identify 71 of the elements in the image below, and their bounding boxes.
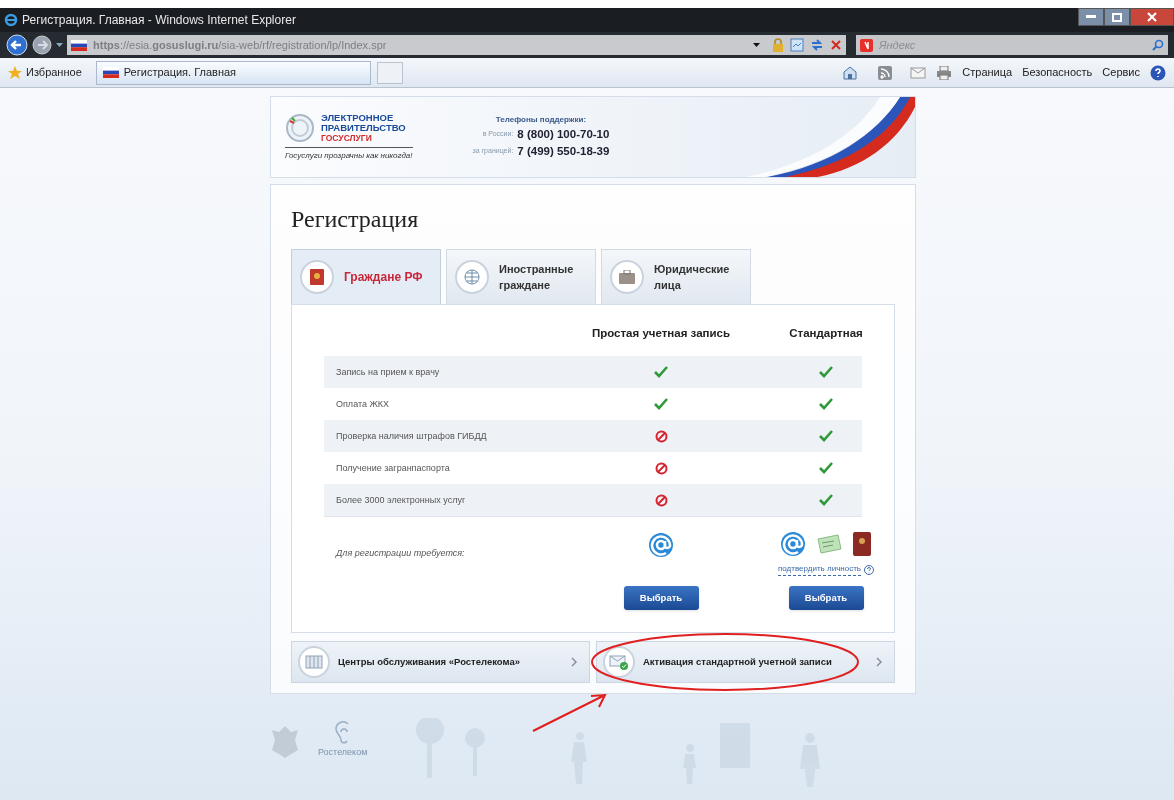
logo-text: ЭЛЕКТРОННОЕ xyxy=(321,112,395,123)
page-title: Регистрация xyxy=(291,205,420,234)
url-text: https://esia.gosuslugi.ru/sia-web/rf/registration/lp/Index.spr xyxy=(93,37,387,53)
card-icon xyxy=(816,533,842,556)
forward-button[interactable] xyxy=(32,35,52,55)
footer-logo-label: Ростелеком xyxy=(318,746,368,759)
search-field[interactable]: Яндекс xyxy=(879,36,1146,54)
service-link[interactable]: Активация стандартной учетной записи xyxy=(596,641,895,684)
phone-number: 7 (499) 550-18-39 xyxy=(517,144,610,159)
chevron-icon xyxy=(571,657,577,668)
feature-label: Оплата ЖКХ xyxy=(336,397,390,411)
help-icon[interactable] xyxy=(864,564,874,575)
coat-of-arms-icon xyxy=(270,723,300,760)
column-header: Простая учетная запись xyxy=(590,326,732,341)
menu-button[interactable]: Страница xyxy=(962,64,1013,81)
menu-button[interactable]: Сервис xyxy=(1102,64,1140,81)
column-header: Стандартная xyxy=(788,326,864,341)
window-title: Регистрация. Главная - Windows Internet Explorer xyxy=(22,12,296,29)
support-title: Телефоны поддержки: xyxy=(495,113,587,126)
feature-label: Запись на прием к врачу xyxy=(336,365,441,379)
minimize-button[interactable] xyxy=(1078,8,1104,26)
dropdown-icon[interactable] xyxy=(753,43,760,47)
close-icon xyxy=(1147,12,1157,22)
refresh-icon[interactable] xyxy=(810,38,824,52)
service-link[interactable]: Центры обслуживания «Ростелекома» xyxy=(291,641,590,684)
browser-tab[interactable]: Регистрация. Главная xyxy=(95,60,371,85)
feature-label: Получение загранпаспорта xyxy=(336,461,451,475)
search-box[interactable]: Яндекс xyxy=(856,35,1168,55)
briefcase-icon xyxy=(610,260,644,294)
confirm-identity-link[interactable]: подтвердить личность xyxy=(778,563,861,577)
emblem-icon xyxy=(285,112,315,143)
feature-label: Проверка наличия штрафов ГИБДД xyxy=(336,429,488,443)
requirements-label: Для регистрации требуется: xyxy=(336,547,466,560)
flag-icon xyxy=(71,39,87,51)
maximize-icon xyxy=(1112,12,1122,22)
passport-icon xyxy=(852,531,872,558)
category-tab[interactable]: Граждане РФ xyxy=(291,249,441,305)
printer-icon[interactable] xyxy=(936,65,953,80)
help-icon[interactable] xyxy=(1150,64,1166,81)
select-button[interactable]: Выбрать xyxy=(623,586,699,611)
globe-icon xyxy=(455,260,489,294)
passport-icon xyxy=(300,260,334,294)
select-button[interactable]: Выбрать xyxy=(788,586,864,611)
minimize-icon xyxy=(1086,15,1096,19)
chevron-icon xyxy=(876,657,882,668)
search-icon[interactable] xyxy=(1152,39,1164,51)
flag-icon xyxy=(102,67,119,78)
building-icon xyxy=(298,646,330,679)
feature-label: Более 3000 электронных услуг xyxy=(336,493,467,507)
search-provider-icon xyxy=(860,38,873,52)
back-button[interactable] xyxy=(6,34,28,56)
dropdown-icon[interactable] xyxy=(56,43,63,47)
home-icon[interactable] xyxy=(842,65,859,80)
close-button[interactable] xyxy=(1130,8,1174,26)
maximize-button[interactable] xyxy=(1104,8,1130,26)
logo-text: ГОСУСЛУГИ xyxy=(321,132,373,143)
star-icon xyxy=(8,65,22,80)
logo-text: ПРАВИТЕЛЬСТВО xyxy=(321,122,406,133)
category-tab[interactable]: Юридические лица xyxy=(601,249,751,305)
favorites-button[interactable]: Избранное xyxy=(8,64,90,81)
at-sign-icon xyxy=(648,531,674,558)
stop-icon[interactable] xyxy=(830,39,842,51)
feed-icon[interactable] xyxy=(878,65,893,80)
slogan-text: Госуслуги прозрачны как никогда! xyxy=(285,146,413,162)
at-sign-icon xyxy=(780,531,806,558)
envelope-icon xyxy=(603,646,635,679)
phone-number: 8 (800) 100-70-10 xyxy=(517,126,610,142)
compatibility-icon[interactable] xyxy=(790,38,804,52)
browser-logo-icon xyxy=(4,13,18,27)
category-tab[interactable]: Иностранные граждане xyxy=(446,249,596,305)
menu-button[interactable]: Безопасность xyxy=(1022,64,1093,81)
